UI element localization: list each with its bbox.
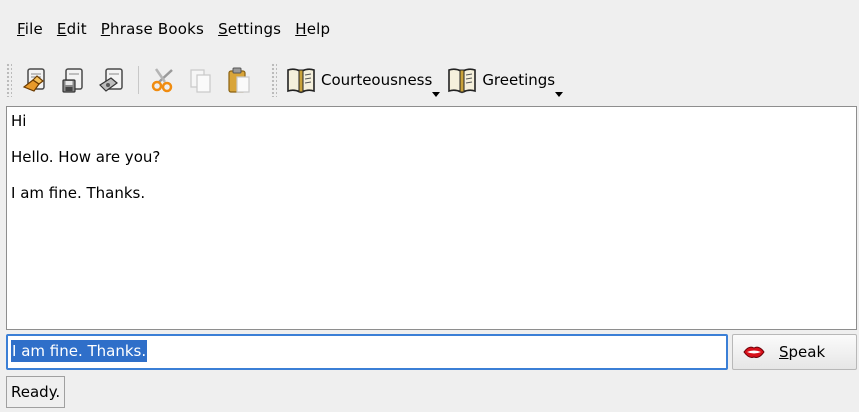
menu-help[interactable]: Help (294, 18, 331, 40)
menu-phrase-books[interactable]: Phrase Books (100, 18, 205, 40)
toolbar-handle[interactable] (6, 63, 12, 97)
speak-input[interactable]: I am fine. Thanks. (6, 334, 728, 370)
phrase-book-icon (287, 68, 315, 94)
menu-mnemonic: F (17, 20, 25, 38)
toolbar-handle[interactable] (271, 63, 277, 97)
toolbar-separator (138, 66, 139, 94)
open-file-icon (22, 68, 45, 92)
menu-mnemonic: S (218, 20, 228, 38)
menu-label: ile (24, 20, 43, 38)
copy-button[interactable] (185, 64, 217, 96)
phrase-book-greetings[interactable]: Greetings (446, 64, 565, 97)
history-text-area[interactable]: Hi Hello. How are you? I am fine. Thanks… (6, 106, 857, 330)
toolbar: Courteousness Greetings (0, 58, 859, 102)
dropdown-arrow-icon (432, 92, 441, 97)
speak-button-label: Speak (779, 343, 826, 361)
status-bar: Ready. (6, 376, 66, 408)
history-line[interactable]: Hi (11, 112, 852, 130)
menu-label: dit (66, 20, 87, 38)
paste-button[interactable] (223, 64, 255, 96)
menu-file[interactable]: File (16, 18, 44, 40)
speak-button[interactable]: Speak (732, 334, 857, 370)
phrase-book-label: Greetings (482, 71, 556, 89)
menu-mnemonic: E (56, 20, 67, 38)
copy-icon (190, 69, 211, 93)
selected-text: I am fine. Thanks. (11, 340, 148, 362)
menu-label: elp (306, 20, 331, 38)
phrase-book-icon (448, 68, 477, 94)
save-button[interactable] (58, 64, 90, 96)
save-as-file-icon (99, 68, 123, 92)
history-line[interactable]: I am fine. Thanks. (11, 184, 852, 202)
cut-icon (151, 68, 173, 93)
lips-icon (743, 346, 765, 358)
menu-label: hrase Books (110, 20, 205, 38)
menu-mnemonic: P (100, 20, 111, 38)
menu-edit[interactable]: Edit (56, 18, 88, 40)
dropdown-arrow-icon (555, 92, 564, 97)
open-button[interactable] (20, 64, 52, 96)
history-line[interactable]: Hello. How are you? (11, 148, 852, 166)
paste-icon (228, 67, 250, 93)
menu-bar: File Edit Phrase Books Settings Help (0, 0, 859, 58)
cut-button[interactable] (147, 64, 179, 96)
save-file-icon (62, 68, 83, 93)
phrase-book-label: Courteousness (321, 71, 433, 89)
menu-settings[interactable]: Settings (217, 18, 282, 40)
menu-label: ettings (227, 20, 282, 38)
speak-input-row: I am fine. Thanks. Speak (6, 334, 857, 370)
kmouth-window: File Edit Phrase Books Settings Help Cou… (0, 0, 859, 412)
save-as-button[interactable] (96, 64, 128, 96)
menu-mnemonic: H (295, 20, 307, 38)
phrase-book-courteousness[interactable]: Courteousness (285, 64, 442, 97)
